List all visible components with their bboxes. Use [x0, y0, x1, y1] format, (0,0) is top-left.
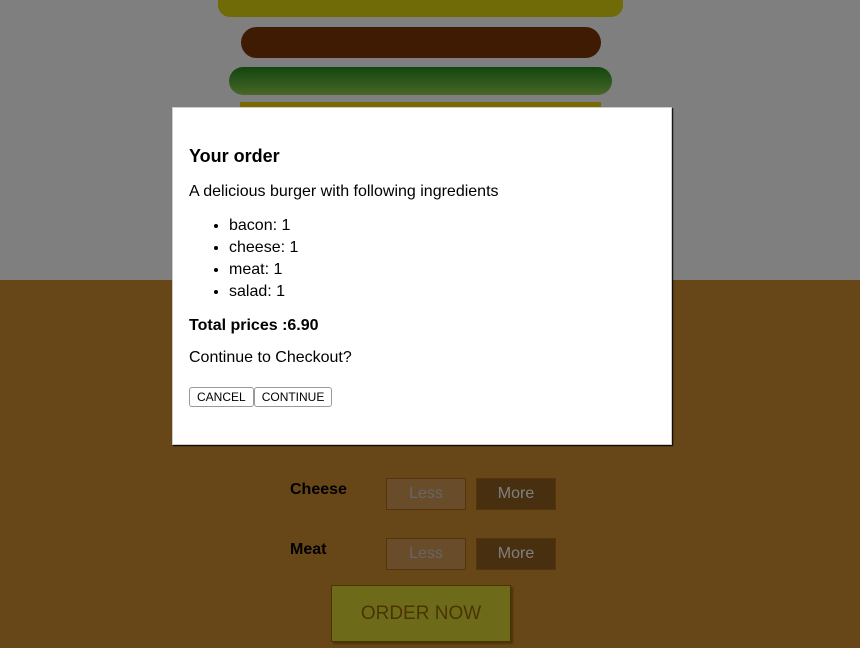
total-price: Total prices :6.90: [189, 317, 319, 334]
ingredient-item-cheese: cheese: 1: [229, 237, 655, 259]
order-summary-modal: Your order A delicious burger with follo…: [172, 107, 672, 445]
ingredient-item-meat: meat: 1: [229, 259, 655, 281]
modal-button-row: CANCEL CONTINUE: [189, 387, 655, 407]
ingredient-item-bacon: bacon: 1: [229, 215, 655, 237]
ingredient-item-salad: salad: 1: [229, 281, 655, 303]
modal-title: Your order: [189, 146, 280, 166]
ingredient-list: bacon: 1 cheese: 1 meat: 1 salad: 1: [189, 215, 655, 303]
cancel-button[interactable]: CANCEL: [189, 387, 254, 407]
checkout-question: Continue to Checkout?: [189, 349, 352, 366]
continue-button[interactable]: CONTINUE: [253, 387, 333, 407]
app: Cheese Less More Meat Less More ORDER NO…: [0, 0, 860, 648]
modal-description: A delicious burger with following ingred…: [189, 183, 499, 200]
